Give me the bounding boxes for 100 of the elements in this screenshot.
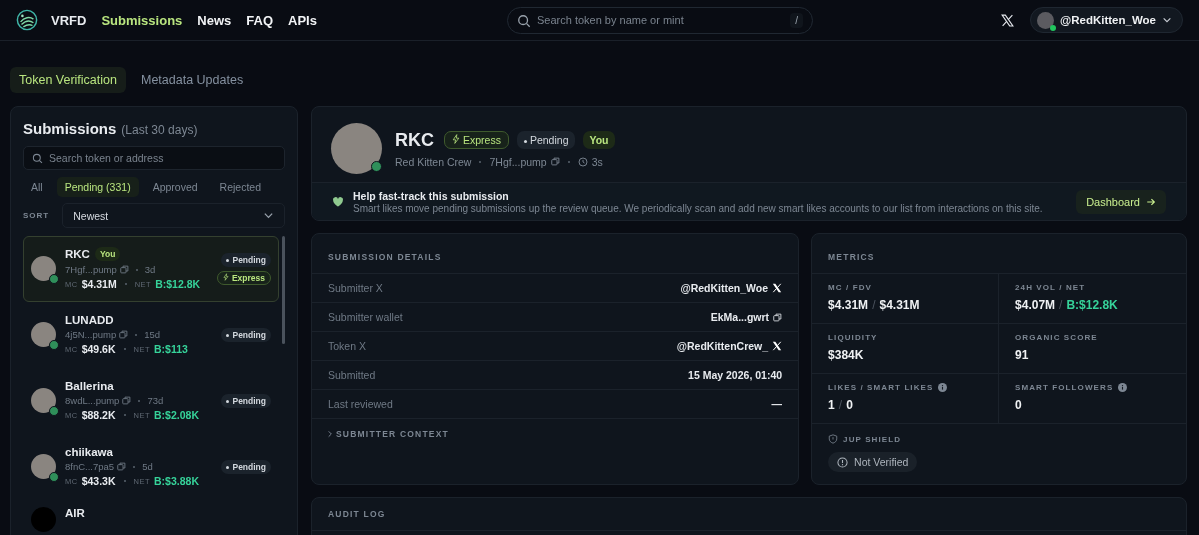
token-avatar-placeholder — [31, 507, 56, 532]
token-name: RKC — [65, 248, 90, 260]
copy-icon[interactable] — [550, 157, 560, 166]
metric-value: 0 — [846, 398, 853, 412]
detail-label: Submitter wallet — [328, 311, 403, 323]
token-address: 8fnC...7pa5 — [65, 461, 115, 472]
market-cap: $49.6K — [81, 343, 116, 355]
lightning-icon — [452, 134, 460, 144]
detail-label: Token X — [328, 340, 366, 352]
metric-label: ORGANIC SCORE — [1015, 333, 1098, 342]
dashboard-button[interactable]: Dashboard — [1076, 190, 1166, 214]
section-title: AUDIT LOG — [312, 498, 1186, 531]
help-title: Help fast-track this submission — [353, 190, 510, 202]
search-icon — [517, 13, 531, 28]
metric-label: LIKES / SMART LIKES — [828, 383, 934, 392]
section-title: SUBMISSION DETAILS — [312, 234, 799, 274]
filter-tab[interactable]: Pending (331) — [56, 177, 139, 197]
metric-value: $4.31M — [828, 298, 869, 312]
metric-label: 24H VOL / NET — [1015, 283, 1086, 292]
submission-item[interactable]: AIR — [23, 500, 279, 535]
chevron-down-icon — [263, 210, 274, 221]
metric-label: SMART FOLLOWERS — [1015, 383, 1114, 392]
detail-value: @RedKittenCrew_ — [676, 340, 769, 352]
token-avatar-placeholder — [331, 123, 382, 174]
brand-name[interactable]: VRFD — [51, 12, 87, 28]
info-icon[interactable] — [1118, 383, 1128, 392]
metric-value: 91 — [1015, 348, 1029, 362]
you-badge: You — [94, 247, 121, 261]
token-name: AIR — [65, 507, 85, 519]
submitter-context-toggle[interactable]: SUBMITTER CONTEXT — [312, 419, 463, 449]
token-full-name: Red Kitten Crew — [395, 155, 472, 168]
clock-icon — [577, 156, 588, 167]
express-badge: Express — [216, 270, 271, 285]
alert-icon — [837, 456, 849, 468]
page-tab[interactable]: Token Verification — [10, 67, 126, 93]
token-age: 3d — [144, 264, 156, 275]
nav-link[interactable]: Submissions — [101, 12, 183, 28]
token-symbol: RKC — [395, 129, 434, 151]
detail-value: — — [771, 398, 783, 410]
market-cap: $88.2K — [81, 409, 116, 421]
token-name: Ballerina — [65, 380, 114, 392]
token-age: 5d — [142, 461, 153, 472]
detail-label: Submitted — [328, 369, 376, 381]
nav-link[interactable]: APIs — [288, 12, 317, 28]
nav-link[interactable]: FAQ — [246, 12, 273, 28]
verification-status-badge: Not Verified — [828, 452, 918, 472]
token-address: 4j5N...pump — [65, 329, 117, 340]
status-badge: Pending — [221, 252, 271, 267]
metric-value: 0 — [1015, 398, 1022, 412]
metric-value: $4.07M — [1015, 298, 1056, 312]
metric-value: / — [872, 298, 876, 312]
panel-subtitle: (Last 30 days) — [121, 123, 198, 137]
net-value: B:$2.08K — [154, 409, 199, 421]
metric-label: LIQUIDITY — [828, 333, 878, 342]
market-cap: $43.3K — [81, 475, 116, 487]
scrollbar-thumb[interactable] — [282, 236, 285, 344]
chevron-icon — [326, 430, 334, 438]
detail-value: @RedKitten_Woe — [680, 282, 769, 294]
page-tab[interactable]: Metadata Updates — [132, 67, 253, 93]
nav-link[interactable]: News — [197, 12, 232, 28]
user-menu-button[interactable]: @RedKitten_Woe — [1030, 7, 1183, 33]
metric-value: $4.31M — [879, 298, 920, 312]
market-cap: $4.31M — [81, 278, 117, 290]
token-age: 73d — [147, 395, 164, 406]
filter-tab[interactable]: Approved — [144, 177, 206, 197]
metric-value: / — [1059, 298, 1063, 312]
net-value: B:$3.88K — [154, 475, 199, 487]
net-value: B:$12.8K — [155, 278, 201, 290]
x-logo-icon[interactable] — [1001, 13, 1014, 27]
token-address: 8wdL...pump — [65, 395, 120, 406]
token-address: 7Hgf...pump — [489, 155, 547, 168]
sort-label: SORT — [23, 211, 50, 220]
copy-icon[interactable] — [773, 312, 783, 322]
status-badge: Pending — [221, 459, 271, 474]
filter-tab[interactable]: Rejected — [211, 177, 270, 197]
search-icon — [32, 153, 43, 164]
chevron-down-icon — [1162, 15, 1172, 25]
shield-icon — [828, 434, 839, 444]
detail-label: Last reviewed — [328, 398, 393, 410]
sort-dropdown[interactable]: Newest — [62, 203, 285, 228]
token-avatar-placeholder — [31, 388, 56, 413]
metric-value: B:$12.8K — [1066, 298, 1118, 312]
search-field[interactable]: Search token or address — [23, 146, 285, 170]
shortcut-key: / — [790, 12, 803, 28]
metric-value: 1 — [828, 398, 835, 412]
logo-icon[interactable] — [16, 9, 38, 31]
detail-value: 15 May 2026, 01:40 — [688, 369, 783, 381]
help-text: Smart likes move pending submissions up the review queue. We periodically scan and add new smart likes accounts to our list from interactions on this site. — [353, 203, 1044, 214]
token-age: 3s — [591, 155, 603, 168]
you-badge: You — [583, 131, 615, 149]
info-icon[interactable] — [938, 383, 948, 392]
filter-tab[interactable]: All — [23, 177, 51, 197]
detail-label: Submitter X — [328, 282, 383, 294]
token-name: chiikawa — [65, 446, 113, 458]
detail-value: EkMa...gwrt — [710, 311, 770, 323]
metric-value: / — [838, 398, 843, 412]
lightning-icon — [222, 272, 229, 281]
heart-icon — [332, 196, 344, 208]
status-badge: Pending — [516, 131, 576, 149]
shield-label: JUP SHIELD — [843, 434, 902, 444]
